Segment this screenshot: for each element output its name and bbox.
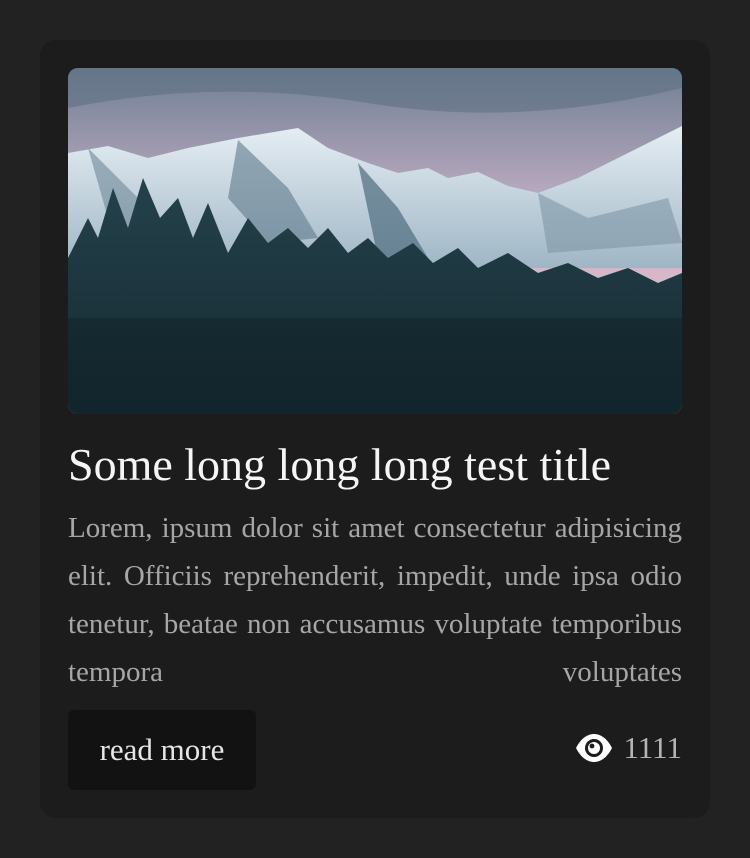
card-footer: read more 1111 xyxy=(68,710,682,790)
hero-image xyxy=(68,68,682,414)
article-card: Some long long long test title Lorem, ip… xyxy=(40,40,710,818)
article-excerpt: Lorem, ipsum dolor sit amet consectetur … xyxy=(68,512,682,688)
views-count: 1111 xyxy=(623,730,682,765)
views-counter: 1111 xyxy=(575,710,682,786)
eye-icon xyxy=(575,733,613,763)
article-title: Some long long long test title xyxy=(68,439,612,490)
read-more-button[interactable]: read more xyxy=(68,710,256,790)
